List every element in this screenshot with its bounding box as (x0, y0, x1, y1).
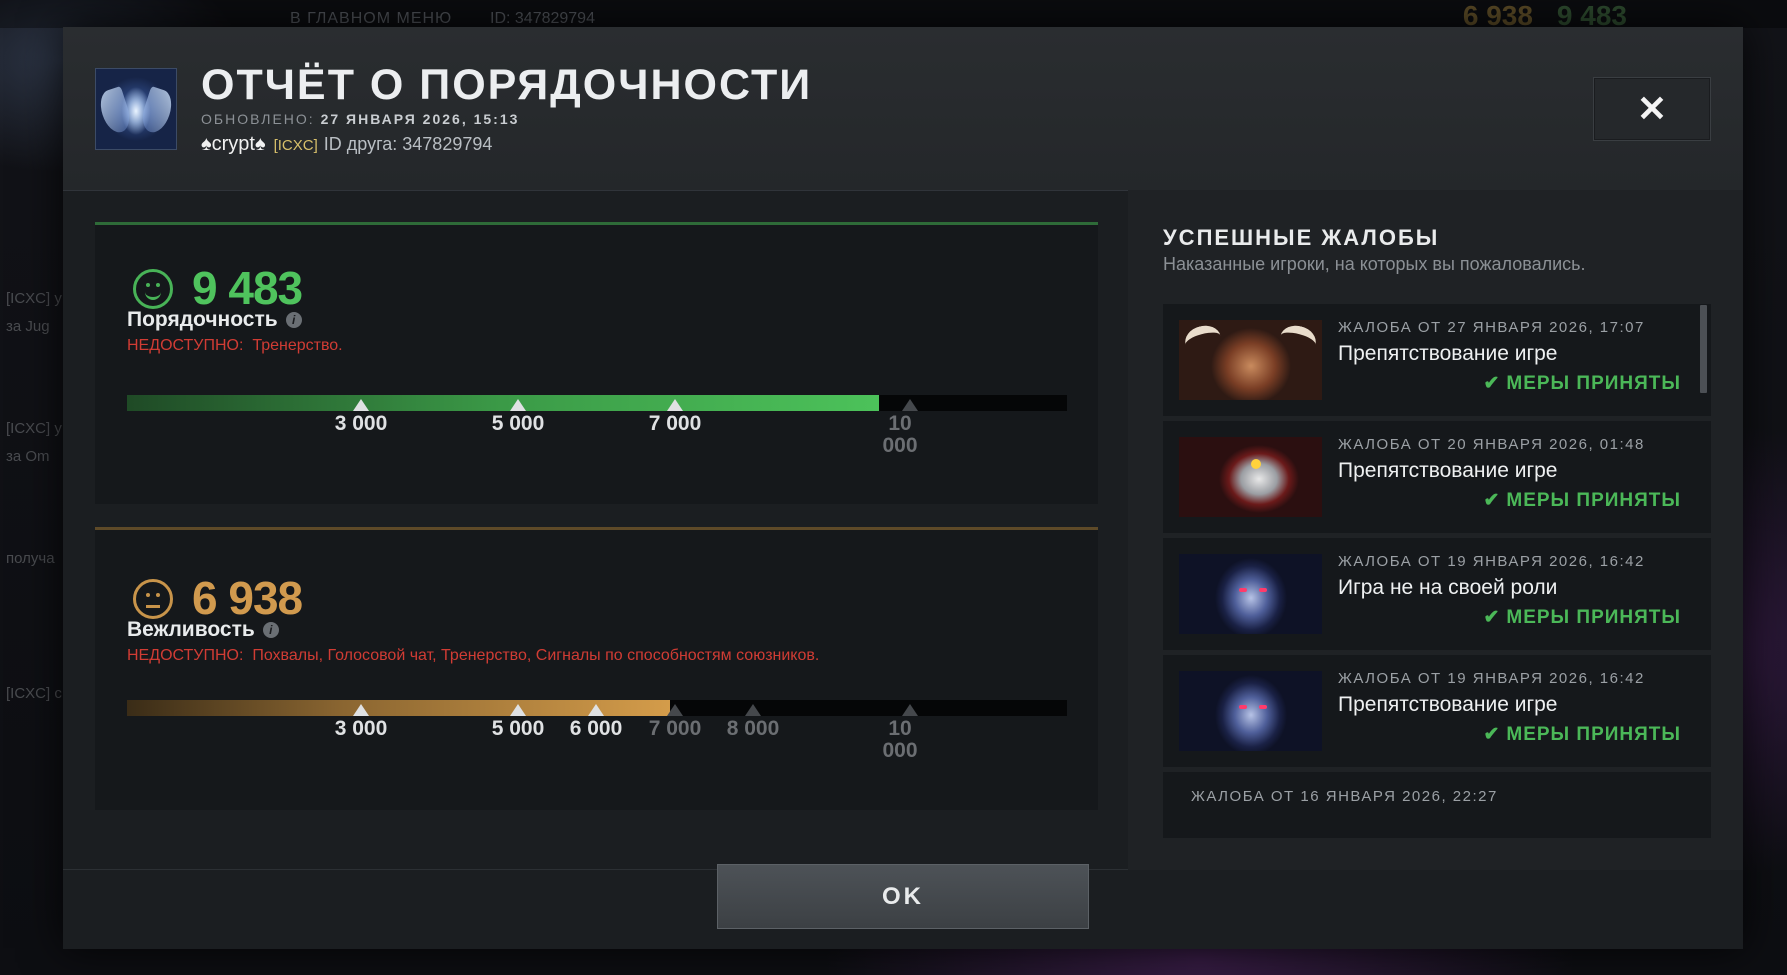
report-card[interactable]: ЖАЛОБА ОТ 16 ЯНВАРЯ 2026, 22:27 (1163, 772, 1711, 838)
threshold-label: 3 000 (334, 717, 388, 740)
report-reason: Препятствование игре (1338, 342, 1558, 365)
threshold-marker (745, 704, 761, 716)
threshold-marker (902, 399, 918, 411)
courtesy-score-panel: 6 938 Вежливость i НЕДОСТУПНО: Похвалы, Г… (95, 527, 1098, 810)
checkmark-icon: ✔ (1483, 373, 1501, 394)
smile-face-icon (133, 269, 173, 309)
player-name: ♠crypt♠ (201, 133, 266, 155)
unavailable-label: НЕДОСТУПНО: (127, 647, 244, 664)
report-reason: Игра не на своей роли (1338, 576, 1558, 599)
report-date: ЖАЛОБА ОТ 19 ЯНВАРЯ 2026, 16:42 (1338, 670, 1645, 687)
info-icon[interactable]: i (262, 622, 279, 638)
checkmark-icon: ✔ (1483, 724, 1501, 745)
behavior-unavailable: НЕДОСТУПНО: Тренерство. (127, 337, 343, 355)
report-status-text: МЕРЫ ПРИНЯТЫ (1506, 373, 1681, 394)
behavior-label-text: Порядочность (127, 308, 278, 331)
behavior-progress-bar (127, 395, 1067, 411)
updated-label: ОБНОВЛЕНО: (201, 111, 315, 127)
info-icon[interactable]: i (285, 312, 302, 328)
threshold-marker (510, 399, 526, 411)
background-side-text: [ICXC] y (6, 420, 62, 437)
unavailable-label: НЕДОСТУПНО: (127, 337, 244, 354)
player-avatar (95, 68, 177, 150)
threshold-marker (588, 704, 604, 716)
reports-title: УСПЕШНЫЕ ЖАЛОБЫ (1163, 225, 1440, 250)
background-side-text: [ICXC] y (6, 290, 62, 307)
report-status-text: МЕРЫ ПРИНЯТЫ (1506, 607, 1681, 628)
courtesy-unavailable: НЕДОСТУПНО: Похвалы, Голосовой чат, Трен… (127, 647, 819, 665)
modal-title: ОТЧЁТ О ПОРЯДОЧНОСТИ (201, 61, 813, 109)
hero-portrait (1179, 320, 1322, 400)
courtesy-label: Вежливость i (127, 618, 279, 642)
threshold-label: 6 000 (569, 717, 623, 740)
report-date: ЖАЛОБА ОТ 20 ЯНВАРЯ 2026, 01:48 (1338, 436, 1645, 453)
report-status-text: МЕРЫ ПРИНЯТЫ (1506, 724, 1681, 745)
report-card[interactable]: ЖАЛОБА ОТ 19 ЯНВАРЯ 2026, 16:42 Препятств… (1163, 655, 1711, 767)
threshold-label: 10 000 (882, 412, 918, 457)
behavior-score-panel: 9 483 Порядочность i НЕДОСТУПНО: Тренерст… (95, 222, 1098, 504)
threshold-label: 5 000 (491, 717, 545, 740)
behavior-progress-fill (127, 395, 879, 411)
threshold-marker (353, 399, 369, 411)
reports-list[interactable]: ЖАЛОБА ОТ 27 ЯНВАРЯ 2026, 17:07 Препятств… (1163, 304, 1711, 838)
threshold-label: 8 000 (726, 717, 780, 740)
modal-header: ОТЧЁТ О ПОРЯДОЧНОСТИ ОБНОВЛЕНО: 27 ЯНВАР… (63, 27, 1743, 191)
courtesy-score-value: 6 938 (192, 572, 303, 624)
reports-subtitle: Наказанные игроки, на которых вы пожалов… (1163, 254, 1586, 274)
hero-portrait (1179, 671, 1322, 751)
threshold-label: 3 000 (334, 412, 388, 435)
neutral-face-icon (133, 579, 173, 619)
background-side-text: за Jug (6, 318, 50, 335)
threshold-label: 5 000 (491, 412, 545, 435)
ok-button[interactable]: OK (717, 864, 1089, 929)
report-status: ✔ МЕРЫ ПРИНЯТЫ (1483, 372, 1681, 395)
close-button[interactable]: ✕ (1593, 77, 1711, 141)
background-id-label: ID: 347829794 (490, 10, 595, 27)
background-back-label: В ГЛАВНОМ МЕНЮ (290, 10, 453, 27)
report-status: ✔ МЕРЫ ПРИНЯТЫ (1483, 606, 1681, 629)
updated-value: 27 ЯНВАРЯ 2026, 15:13 (320, 111, 520, 127)
report-date: ЖАЛОБА ОТ 19 ЯНВАРЯ 2026, 16:42 (1338, 553, 1645, 570)
friend-id: ID друга: 347829794 (323, 134, 493, 154)
behavior-score-value: 9 483 (192, 262, 303, 314)
report-date: ЖАЛОБА ОТ 16 ЯНВАРЯ 2026, 22:27 (1191, 788, 1498, 805)
threshold-marker (902, 704, 918, 716)
threshold-marker (667, 399, 683, 411)
report-status: ✔ МЕРЫ ПРИНЯТЫ (1483, 489, 1681, 512)
unavailable-items: Похвалы, Голосовой чат, Тренерство, Сигн… (252, 647, 820, 664)
background-side-text: [ICXC] c (6, 685, 62, 702)
threshold-marker (353, 704, 369, 716)
background-side-text: за Om (6, 448, 50, 465)
close-icon: ✕ (1636, 88, 1668, 129)
threshold-label: 10 000 (882, 717, 918, 762)
courtesy-label-text: Вежливость (127, 618, 255, 641)
hero-portrait (1179, 437, 1322, 517)
background-side-text: получа (6, 550, 55, 567)
checkmark-icon: ✔ (1483, 607, 1501, 628)
threshold-marker (510, 704, 526, 716)
hero-portrait (1179, 554, 1322, 634)
report-card[interactable]: ЖАЛОБА ОТ 20 ЯНВАРЯ 2026, 01:48 Препятств… (1163, 421, 1711, 533)
player-tag: [ICXC] (273, 137, 318, 154)
report-status: ✔ МЕРЫ ПРИНЯТЫ (1483, 723, 1681, 746)
report-reason: Препятствование игре (1338, 693, 1558, 716)
report-status-text: МЕРЫ ПРИНЯТЫ (1506, 490, 1681, 511)
player-info: ♠crypt♠ [ICXC] ID друга: 347829794 (201, 133, 492, 156)
updated-line: ОБНОВЛЕНО: 27 ЯНВАРЯ 2026, 15:13 (201, 111, 519, 127)
report-reason: Препятствование игре (1338, 459, 1558, 482)
behavior-label: Порядочность i (127, 308, 302, 332)
threshold-label: 7 000 (648, 717, 702, 740)
threshold-marker (667, 704, 683, 716)
threshold-label: 7 000 (648, 412, 702, 435)
report-card[interactable]: ЖАЛОБА ОТ 19 ЯНВАРЯ 2026, 16:42 Игра не н… (1163, 538, 1711, 650)
report-date: ЖАЛОБА ОТ 27 ЯНВАРЯ 2026, 17:07 (1338, 319, 1645, 336)
unavailable-items: Тренерство. (252, 337, 343, 354)
report-card[interactable]: ЖАЛОБА ОТ 27 ЯНВАРЯ 2026, 17:07 Препятств… (1163, 304, 1711, 416)
checkmark-icon: ✔ (1483, 490, 1501, 511)
reports-scrollbar[interactable] (1700, 305, 1707, 393)
